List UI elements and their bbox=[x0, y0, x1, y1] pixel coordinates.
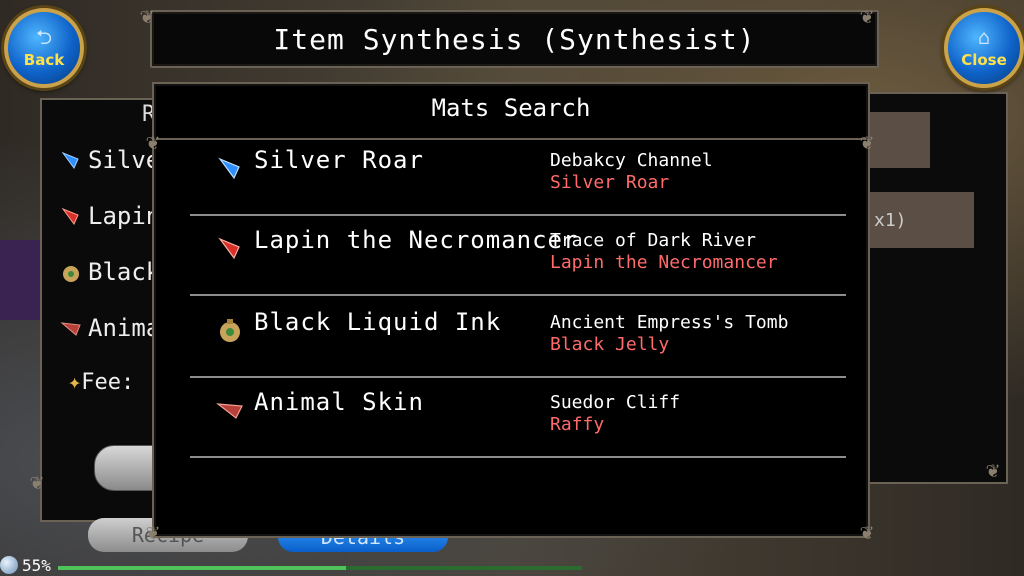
mat-location: Suedor Cliff bbox=[550, 392, 681, 413]
row-divider bbox=[190, 294, 846, 296]
right-count-slot[interactable]: x1) bbox=[870, 192, 974, 248]
background-curtain bbox=[0, 240, 40, 320]
recipe-item[interactable]: Lapin bbox=[60, 202, 160, 230]
ornament-icon: ❦ bbox=[860, 130, 874, 155]
mat-location: Debakcy Channel bbox=[550, 150, 713, 171]
ornament-icon: ❦ bbox=[146, 130, 160, 155]
progress-bar bbox=[58, 566, 582, 570]
mat-name: Black Liquid Ink bbox=[254, 308, 502, 336]
ornament-icon: ❦ bbox=[30, 470, 44, 495]
skin-icon bbox=[216, 403, 243, 419]
row-divider bbox=[190, 456, 846, 458]
close-button-label: Close bbox=[961, 51, 1007, 69]
progress-fill bbox=[58, 566, 347, 570]
back-arrow-icon: ⮌ bbox=[35, 25, 53, 49]
mat-monster: Black Jelly bbox=[550, 334, 670, 355]
mat-name: Lapin the Necromancer bbox=[254, 226, 579, 254]
recipe-item[interactable]: Black bbox=[60, 258, 160, 286]
mat-monster: Raffy bbox=[550, 414, 605, 435]
ornament-icon: ❦ bbox=[860, 520, 874, 545]
recipe-item-label: Lapin bbox=[88, 202, 161, 230]
skin-icon bbox=[60, 322, 81, 336]
recipe-item-label: Black bbox=[88, 258, 161, 286]
orb-icon bbox=[0, 556, 18, 574]
mat-monster: Silver Roar bbox=[550, 172, 670, 193]
home-icon: ⌂ bbox=[977, 25, 991, 49]
mat-name: Animal Skin bbox=[254, 388, 424, 416]
mat-row[interactable]: Black Liquid Ink Ancient Empress's Tomb … bbox=[190, 308, 846, 388]
right-slot[interactable] bbox=[870, 112, 930, 168]
ornament-icon: ❦ bbox=[140, 4, 154, 29]
mat-row[interactable]: Lapin the Necromancer Trace of Dark Rive… bbox=[190, 226, 846, 306]
status-percent: 55% bbox=[22, 555, 51, 575]
ornament-icon: ❦ bbox=[146, 520, 160, 545]
blue-gem-icon bbox=[61, 151, 79, 169]
divider bbox=[156, 138, 866, 140]
mat-row[interactable]: Animal Skin Suedor Cliff Raffy bbox=[190, 388, 846, 468]
red-gem-icon bbox=[218, 237, 240, 260]
mat-location: Trace of Dark River bbox=[550, 230, 756, 251]
back-button[interactable]: ⮌ Back bbox=[4, 8, 84, 88]
fee-label: ✦Fee: bbox=[68, 370, 135, 395]
recipe-item[interactable]: Anima bbox=[60, 314, 160, 342]
ink-bag-icon bbox=[220, 319, 240, 342]
mat-monster: Lapin the Necromancer bbox=[550, 252, 778, 273]
close-button[interactable]: ⌂ Close bbox=[944, 8, 1024, 88]
mat-row[interactable]: Silver Roar Debakcy Channel Silver Roar bbox=[190, 146, 846, 226]
mats-search-panel: Mats Search Silver Roar Debakcy Channel … bbox=[152, 82, 870, 538]
title-bar: Item Synthesis (Synthesist) bbox=[150, 10, 879, 68]
ornament-icon: ❦ bbox=[986, 458, 1000, 483]
row-divider bbox=[190, 376, 846, 378]
mats-search-title: Mats Search bbox=[431, 94, 591, 122]
row-divider bbox=[190, 214, 846, 216]
ornament-icon: ❦ bbox=[860, 4, 874, 29]
recipe-item-label: Anima bbox=[88, 314, 161, 342]
mat-name: Silver Roar bbox=[254, 146, 424, 174]
coins-icon: ✦ bbox=[68, 370, 82, 395]
ink-bag-icon bbox=[63, 266, 79, 282]
red-gem-icon bbox=[61, 207, 79, 225]
page-title: Item Synthesis (Synthesist) bbox=[273, 22, 756, 56]
back-button-label: Back bbox=[23, 51, 65, 69]
blue-gem-icon bbox=[218, 157, 240, 180]
mat-location: Ancient Empress's Tomb bbox=[550, 312, 789, 333]
status-bar: 55% bbox=[0, 554, 51, 576]
